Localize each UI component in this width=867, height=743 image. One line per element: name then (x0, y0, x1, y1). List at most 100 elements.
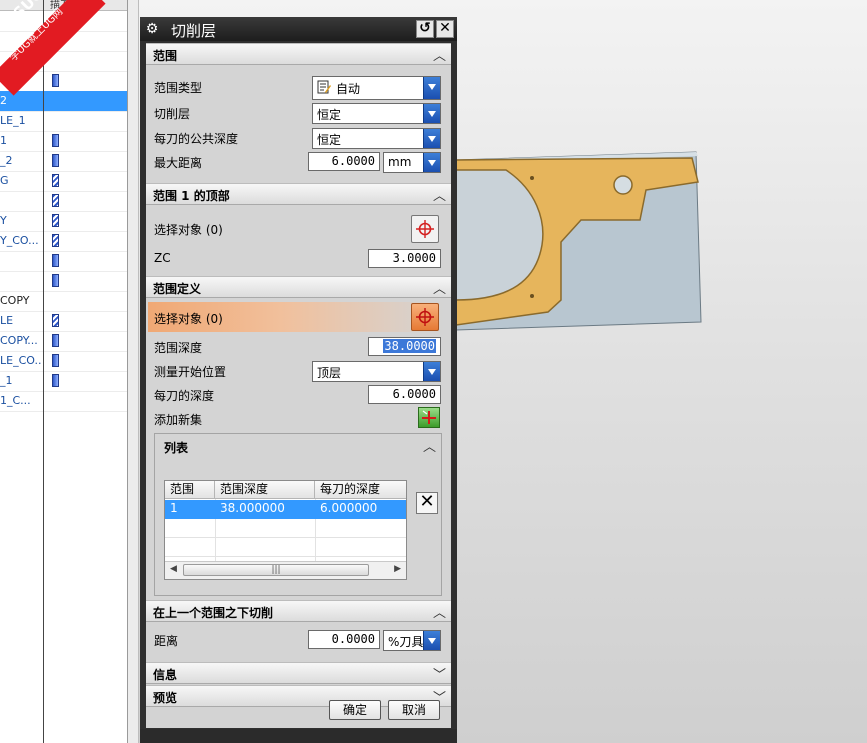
section-range-definition-title: 范围定义 (153, 282, 202, 296)
section-range-header[interactable]: 范围 ︿ (146, 43, 451, 65)
scrollbar-thumb[interactable]: ||| (183, 564, 369, 576)
table-row[interactable]: 1 38.000000 6.000000 (165, 500, 406, 519)
list-item[interactable]: LE_1 (0, 111, 127, 132)
toolpath-status-icon (52, 214, 59, 227)
top-select-object-button[interactable] (411, 215, 439, 243)
dialog-body: 范围 ︿ 范围类型 自动 切削层 恒定 每刀的公共深度 恒定 最大距离 6.00… (146, 43, 451, 728)
horizontal-scrollbar[interactable]: ◀ ||| ▶ (165, 561, 406, 579)
cancel-button[interactable]: 取消 (388, 700, 440, 720)
range-type-label: 范围类型 (154, 81, 203, 95)
close-icon[interactable]: ✕ (436, 20, 454, 38)
scroll-right-icon[interactable]: ▶ (394, 564, 401, 574)
chevron-up-icon[interactable]: ︿ (423, 436, 436, 455)
resize-divider[interactable] (127, 0, 139, 743)
measure-from-value: 顶层 (317, 366, 342, 380)
measure-from-select[interactable]: 顶层 (312, 361, 441, 382)
list-item[interactable]: Y (0, 211, 127, 232)
chevron-down-icon[interactable] (423, 104, 440, 123)
zc-value: 3.0000 (392, 251, 436, 265)
list-item[interactable]: Y_CO... (0, 231, 127, 252)
chevron-down-icon[interactable] (423, 77, 440, 99)
chevron-down-icon[interactable] (423, 129, 440, 148)
chevron-down-icon[interactable]: ﹀ (433, 664, 446, 683)
crosshair-icon (416, 308, 434, 326)
range-list-table[interactable]: 范围 范围深度 每刀的深度 1 38.000000 6.000000 ◀ |||… (164, 480, 407, 580)
range-depth-input[interactable]: 38.0000 (368, 337, 441, 356)
max-distance-label: 最大距离 (154, 156, 203, 170)
toolpath-status-icon (52, 134, 59, 147)
list-item[interactable] (0, 191, 127, 212)
navigator-column-header: 描刀 (50, 0, 70, 11)
section-range-top-title: 范围 1 的顶部 (153, 189, 230, 203)
section-info-header[interactable]: 信息 ﹀ (146, 662, 451, 684)
chevron-up-icon[interactable]: ︿ (433, 602, 446, 621)
list-item[interactable] (0, 71, 127, 92)
dialog-title-bar[interactable]: ⚙ 切削层 ↺ ✕ (140, 17, 457, 41)
list-item[interactable] (0, 251, 127, 272)
list-item[interactable]: _1 (0, 371, 127, 392)
common-depth-select[interactable]: 恒定 (312, 128, 441, 149)
part-model[interactable] (456, 150, 706, 335)
common-depth-label: 每刀的公共深度 (154, 132, 239, 146)
list-item[interactable]: 1 (0, 131, 127, 152)
list-item[interactable]: COPY (0, 291, 127, 312)
depth-per-cut-input[interactable]: 6.0000 (368, 385, 441, 404)
table-cell-depth-per-cut: 6.000000 (320, 501, 378, 515)
chevron-up-icon[interactable]: ︿ (433, 278, 446, 297)
operation-name: COPY... (0, 334, 38, 347)
distance-unit-select[interactable]: %刀具 (383, 630, 441, 651)
operation-name: _1 (0, 374, 13, 387)
list-item[interactable]: _2 (0, 151, 127, 172)
list-item[interactable]: LE (0, 311, 127, 332)
reset-icon[interactable]: ↺ (416, 20, 434, 38)
range-type-select[interactable]: 自动 (312, 76, 441, 100)
measure-from-label: 测量开始位置 (154, 365, 227, 379)
add-new-set-label: 添加新集 (154, 413, 203, 427)
delete-row-button[interactable]: ✕ (416, 492, 438, 514)
chevron-up-icon[interactable]: ︿ (433, 185, 446, 204)
chevron-down-icon[interactable] (423, 153, 440, 172)
section-range-definition-header[interactable]: 范围定义 ︿ (146, 276, 451, 298)
navigator-header: 描刀 (0, 0, 127, 11)
distance-input[interactable]: 0.0000 (308, 630, 380, 649)
operation-name: _2 (0, 154, 13, 167)
list-item[interactable] (0, 271, 127, 292)
column-header-depth-per-cut[interactable]: 每刀的深度 (315, 481, 406, 499)
list-item[interactable] (0, 31, 127, 52)
column-header-range[interactable]: 范围 (165, 481, 215, 499)
section-range-top-header[interactable]: 范围 1 的顶部 ︿ (146, 183, 451, 205)
part-dot-2 (530, 294, 534, 298)
close-icon: ✕ (419, 491, 435, 512)
list-item[interactable] (0, 11, 127, 32)
operation-name: Y_CO... (0, 234, 39, 247)
list-item[interactable] (0, 51, 127, 72)
chevron-down-icon[interactable] (423, 631, 440, 650)
dialog-bottom-border (140, 729, 457, 743)
def-select-object-label: 选择对象 (0) (154, 312, 223, 326)
navigator-column-divider (43, 0, 44, 743)
cut-levels-label: 切削层 (154, 107, 191, 121)
max-distance-input[interactable]: 6.0000 (308, 152, 380, 171)
distance-value: 0.0000 (331, 632, 375, 646)
chevron-up-icon[interactable]: ︿ (433, 45, 446, 64)
section-below-last-header[interactable]: 在上一个范围之下切削 ︿ (146, 600, 451, 622)
cut-levels-value: 恒定 (317, 108, 342, 122)
chevron-down-icon[interactable] (423, 362, 440, 381)
list-item[interactable]: 1_C... (0, 391, 127, 412)
section-preview-title: 预览 (153, 691, 178, 705)
cut-levels-select[interactable]: 恒定 (312, 103, 441, 124)
def-select-object-button[interactable] (411, 303, 439, 331)
scroll-left-icon[interactable]: ◀ (170, 564, 177, 574)
ok-button[interactable]: 确定 (329, 700, 381, 720)
operation-name: 2 (0, 94, 7, 107)
operation-name: LE_1 (0, 114, 26, 127)
zc-input[interactable]: 3.0000 (368, 249, 441, 268)
column-header-range-depth[interactable]: 范围深度 (215, 481, 315, 499)
list-item[interactable]: 2 (0, 91, 127, 112)
list-item[interactable]: G (0, 171, 127, 192)
max-distance-unit-select[interactable]: mm (383, 152, 441, 173)
list-title: 列表 (164, 441, 189, 455)
list-item[interactable]: COPY... (0, 331, 127, 352)
add-new-set-button[interactable] (418, 407, 440, 428)
list-item[interactable]: LE_CO... (0, 351, 127, 372)
